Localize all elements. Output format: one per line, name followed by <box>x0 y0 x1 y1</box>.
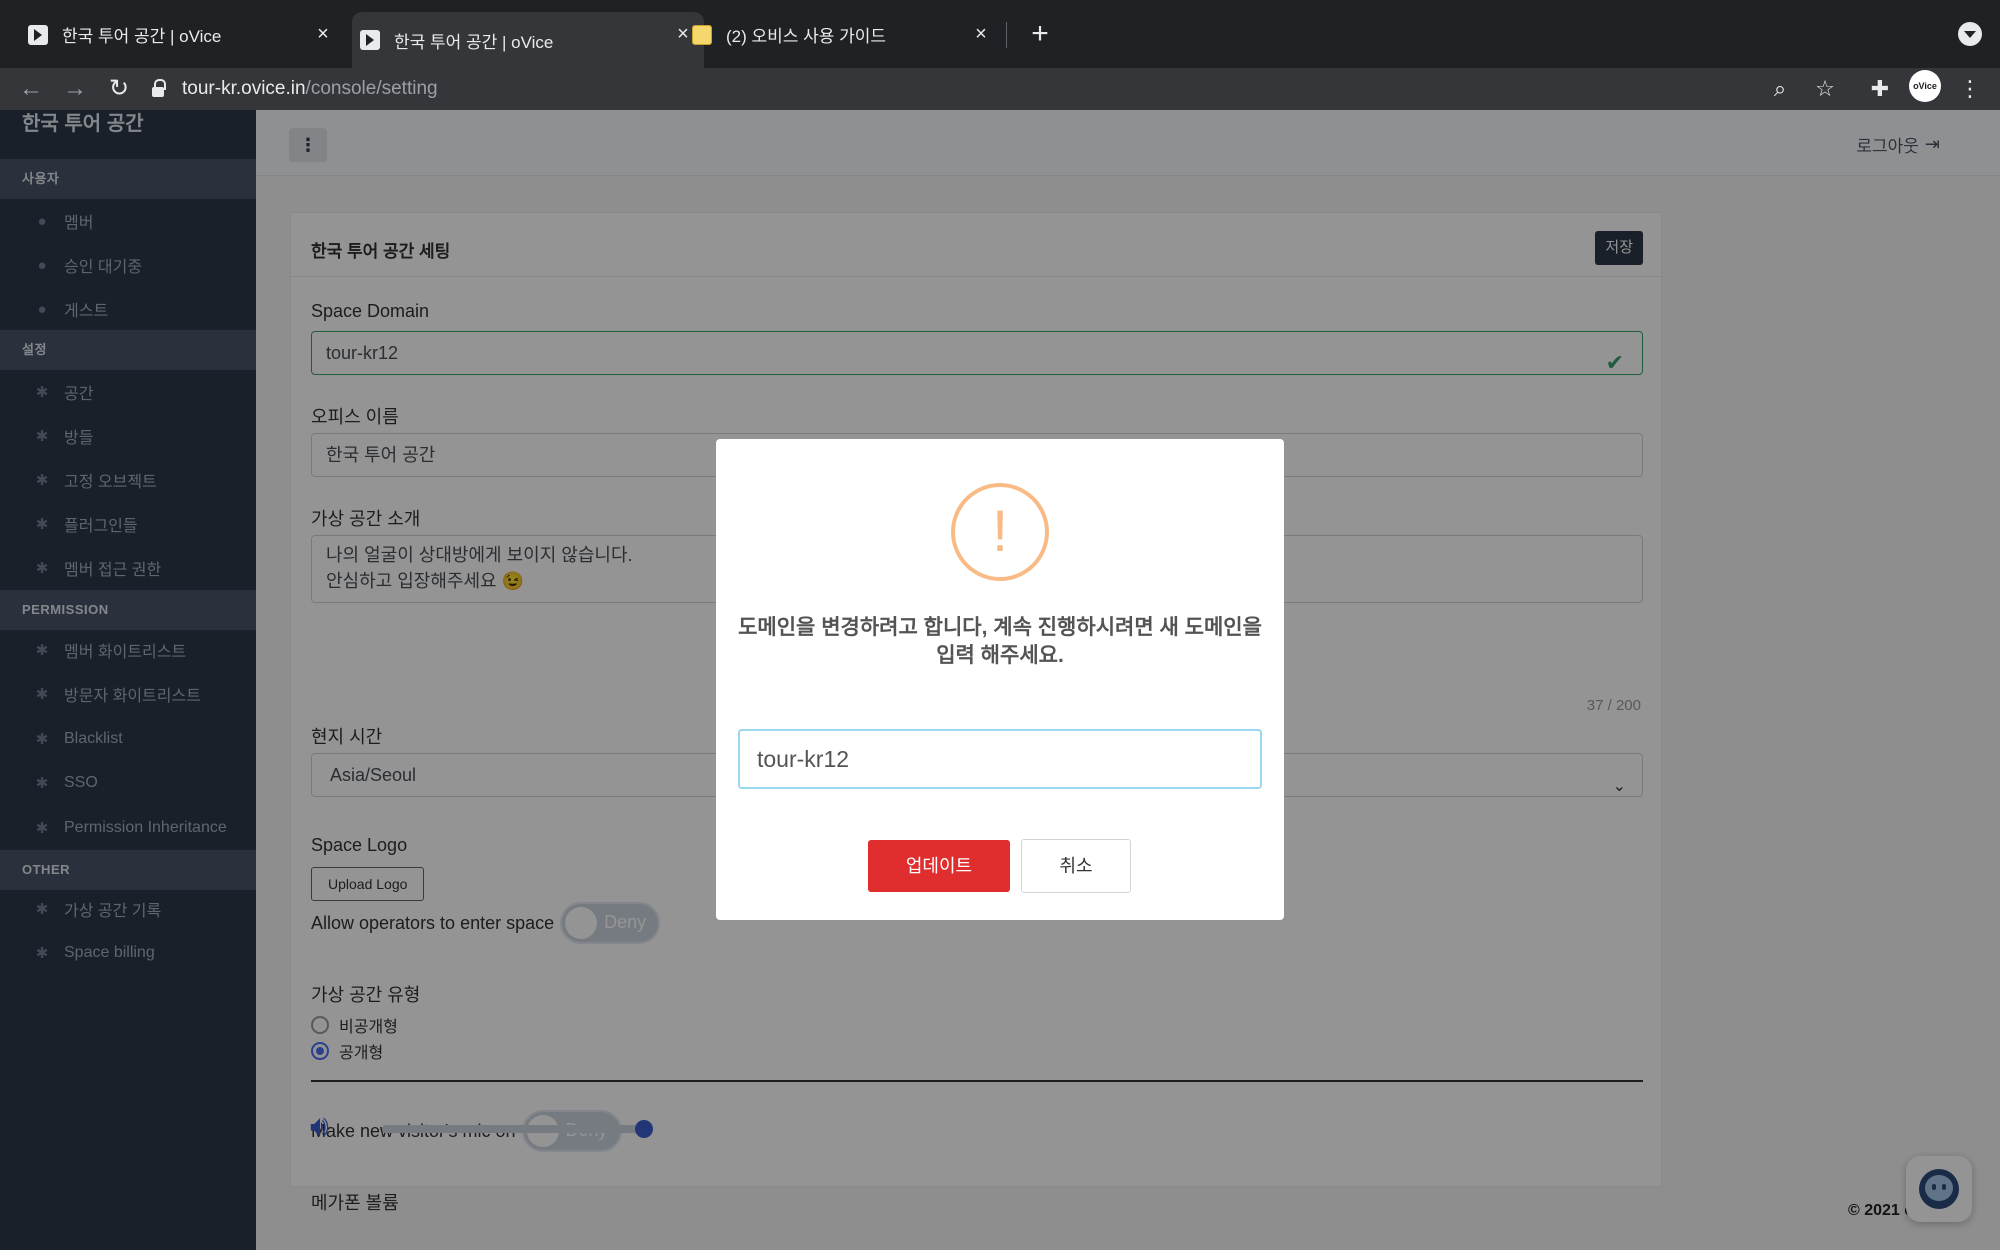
browser-tab-3[interactable]: (2) 오비스 사용 가이드 × <box>690 12 1002 57</box>
close-tab-icon[interactable]: × <box>970 23 992 45</box>
profile-avatar[interactable]: oVice <box>1909 70 1941 102</box>
browser-menu-icon[interactable]: ⋮ <box>1955 74 1985 104</box>
cancel-button[interactable]: 취소 <box>1021 839 1131 893</box>
forward-arrow-icon[interactable]: → <box>58 72 92 106</box>
back-arrow-icon[interactable]: ← <box>14 72 48 106</box>
browser-toolbar: ← → ↻ tour-kr.ovice.in/console/setting ⌕… <box>0 68 2000 110</box>
bookmark-star-icon[interactable]: ☆ <box>1810 74 1840 104</box>
update-button[interactable]: 업데이트 <box>868 840 1010 892</box>
tab-title: (2) 오비스 사용 가이드 <box>726 27 887 46</box>
ovice-favicon-icon <box>360 30 380 50</box>
notes-favicon-icon <box>692 24 712 45</box>
browser-tab-strip: 한국 투어 공간 | oVice × 한국 투어 공간 | oVice × (2… <box>0 0 2000 68</box>
dialog-message: 도메인을 변경하려고 합니다, 계속 진행하시려면 새 도메인을 입력 해주세요… <box>738 616 1262 667</box>
ovice-favicon-icon <box>28 24 48 45</box>
tab-title: 한국 투어 공간 | oVice <box>62 27 222 46</box>
address-bar[interactable]: tour-kr.ovice.in/console/setting <box>152 70 1852 108</box>
lock-icon <box>152 79 166 97</box>
new-domain-input[interactable]: tour-kr12 <box>738 729 1262 789</box>
zoom-icon[interactable]: ⌕ <box>1765 74 1795 104</box>
close-tab-icon[interactable]: × <box>312 23 334 45</box>
browser-tab-1[interactable]: 한국 투어 공간 | oVice × <box>14 12 344 57</box>
extensions-puzzle-icon[interactable]: ✚ <box>1865 74 1895 104</box>
tab-search-dropdown-icon[interactable] <box>1958 22 1982 46</box>
url-host: tour-kr.ovice.in <box>182 78 306 99</box>
warning-exclamation-icon: ! <box>951 483 1049 581</box>
tab-title: 한국 투어 공간 | oVice <box>394 32 554 52</box>
url-path: /console/setting <box>305 78 438 99</box>
reload-icon[interactable]: ↻ <box>102 72 136 106</box>
change-domain-dialog: ! 도메인을 변경하려고 합니다, 계속 진행하시려면 새 도메인을 입력 해주… <box>716 439 1284 920</box>
tab-separator <box>1006 22 1007 48</box>
new-tab-plus-icon[interactable]: + <box>1024 18 1056 50</box>
browser-tab-2-active[interactable]: 한국 투어 공간 | oVice × <box>352 12 704 68</box>
